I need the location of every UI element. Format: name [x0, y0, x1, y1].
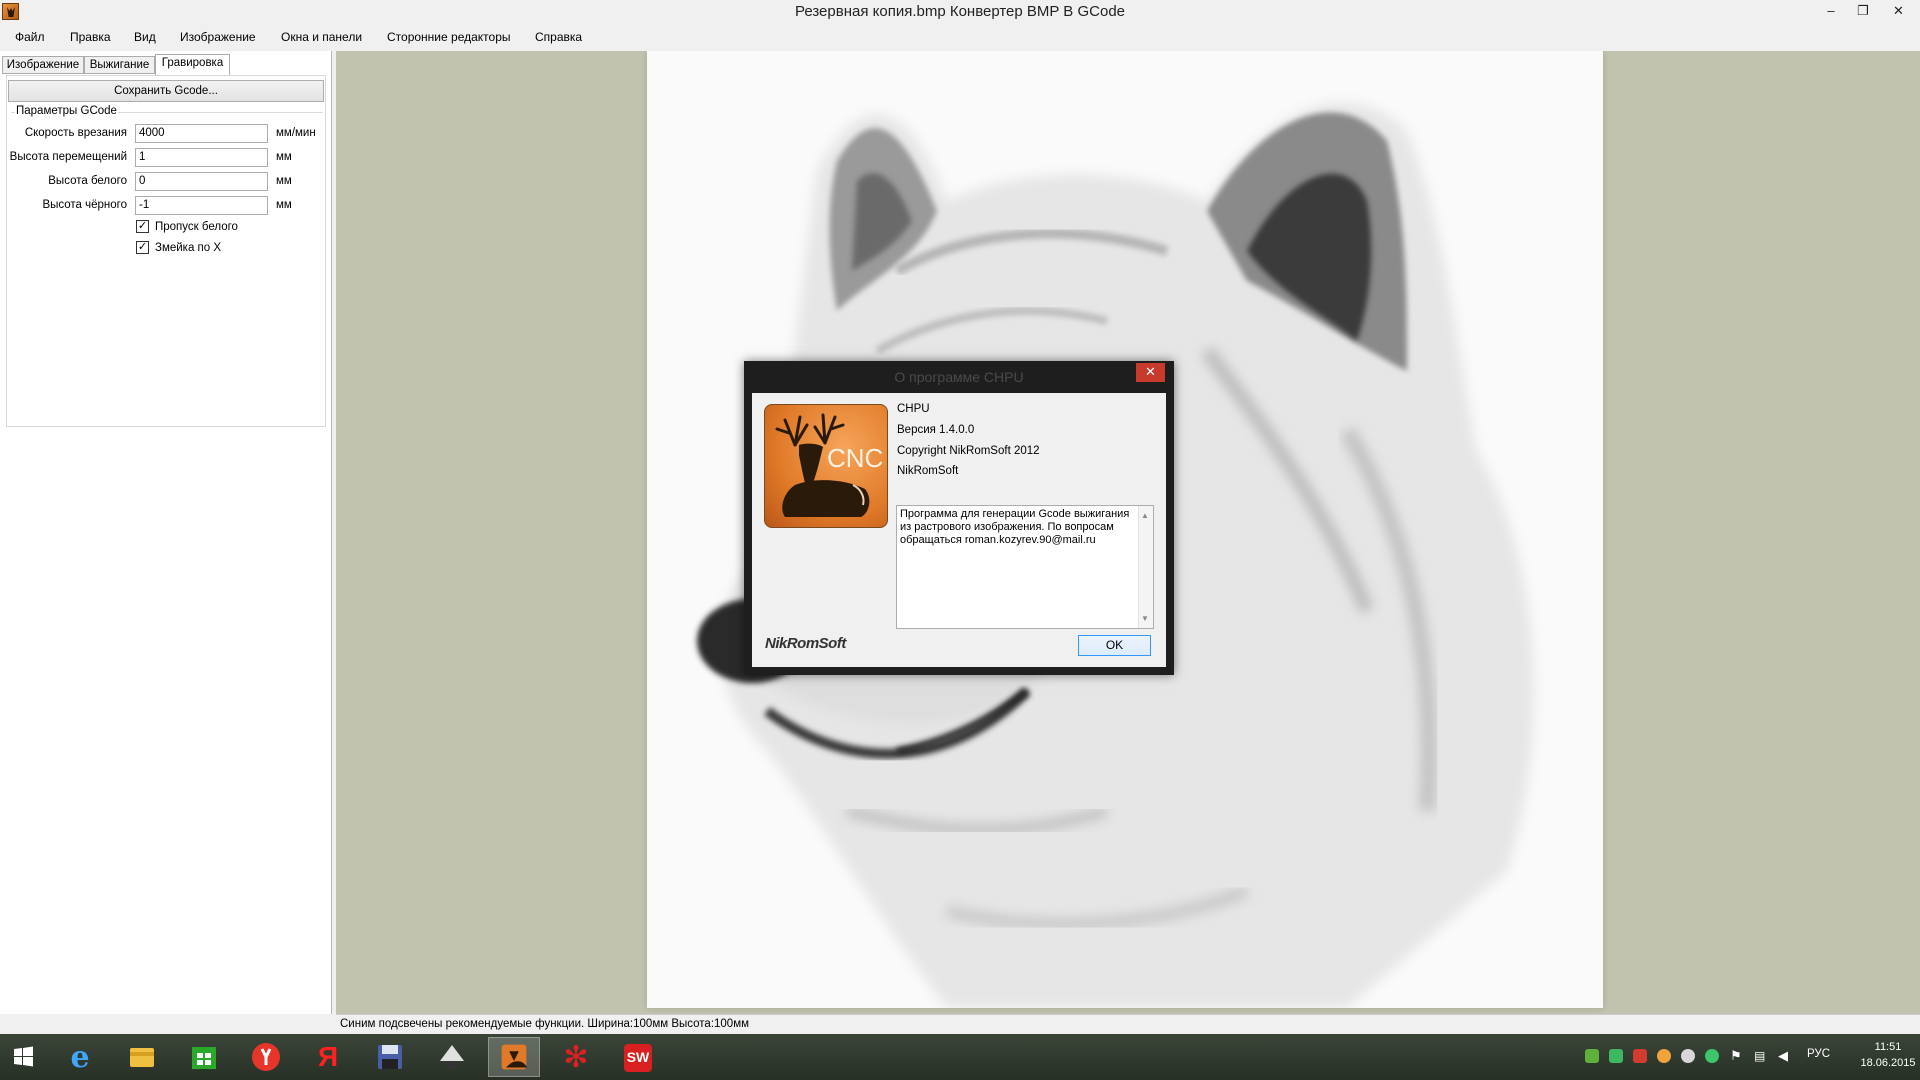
save-gcode-button[interactable]: Сохранить Gcode... [8, 80, 324, 102]
red-snowflake-app-icon[interactable]: ✻ [550, 1037, 602, 1077]
dialog-title: О программе CHPU [894, 369, 1024, 385]
clock-date: 18.06.2015 [1860, 1057, 1916, 1069]
restore-button[interactable]: ❐ [1847, 0, 1879, 21]
sync-icon[interactable] [1681, 1049, 1695, 1063]
svg-text:SW: SW [627, 1049, 650, 1065]
chpu-app-icon[interactable] [488, 1037, 540, 1077]
description-textbox[interactable]: Программа для генерации Gcode выжигания … [896, 505, 1154, 629]
settings-panel: Изображение Выжигание Гравировка Сохрани… [0, 51, 332, 1014]
skip-white-checkbox[interactable]: ✓ [136, 220, 149, 233]
file-explorer-icon[interactable] [116, 1037, 168, 1077]
check-shield-icon[interactable] [1609, 1049, 1623, 1063]
menu-third-party-editors[interactable]: Сторонние редакторы [387, 30, 511, 44]
cnc-deer-logo-icon: CNC [764, 404, 888, 528]
inkscape-icon[interactable] [426, 1037, 478, 1077]
taskbar: e Я ✻ SW ⚑ ▤ ◀ РУС 11:51 18.06.2015 [0, 1034, 1920, 1080]
travel-height-label: Высота перемещений [9, 151, 127, 163]
menu-bar: Файл Правка Вид Изображение Окна и панел… [0, 25, 1920, 49]
dialog-close-button[interactable]: ✕ [1136, 363, 1165, 382]
company-name: NikRomSoft [897, 465, 959, 477]
status-text: Синим подсвечены рекомендуемые функции. … [340, 1018, 750, 1030]
menu-image[interactable]: Изображение [180, 30, 256, 44]
language-indicator[interactable]: РУС [1807, 1048, 1830, 1060]
tab-engraving[interactable]: Гравировка [155, 54, 230, 75]
white-height-input[interactable]: 0 [135, 172, 268, 191]
about-dialog: О программе CHPU ✕ CNC CHPU Версия 1.4.0… [744, 361, 1174, 675]
product-version: Версия 1.4.0.0 [897, 424, 975, 436]
store-icon[interactable] [178, 1037, 230, 1077]
orange-app-icon[interactable] [1657, 1049, 1671, 1063]
nikromsoft-logo: NikRomSoft [765, 635, 846, 652]
scroll-up-arrow-icon[interactable]: ▲ [1141, 509, 1149, 522]
clock[interactable]: 11:51 18.06.2015 [1859, 1039, 1917, 1071]
engraving-tab-content: Сохранить Gcode... Параметры GCode Скоро… [6, 75, 326, 427]
black-height-input[interactable]: -1 [135, 196, 268, 215]
snake-x-checkbox[interactable]: ✓ [136, 241, 149, 254]
menu-help[interactable]: Справка [535, 30, 582, 44]
volume-icon[interactable]: ◀ [1778, 1049, 1792, 1063]
close-button[interactable]: ✕ [1879, 0, 1918, 21]
tab-image[interactable]: Изображение [2, 56, 84, 74]
start-icon[interactable] [0, 1037, 48, 1077]
cut-speed-label: Скорость врезания [24, 127, 127, 139]
product-name: CHPU [897, 403, 930, 415]
white-height-unit: мм [276, 175, 292, 187]
internet-explorer-icon[interactable]: e [54, 1037, 106, 1077]
floppy-save-icon[interactable] [364, 1037, 416, 1077]
ok-button[interactable]: OK [1078, 635, 1151, 656]
black-height-unit: мм [276, 199, 292, 211]
menu-view[interactable]: Вид [134, 30, 156, 44]
travel-height-unit: мм [276, 151, 292, 163]
title-bar: Резервная копия.bmp Конвертер BMP В GCod… [0, 0, 1920, 23]
menu-file[interactable]: Файл [15, 30, 45, 44]
green-circle-icon[interactable] [1705, 1049, 1719, 1063]
description-scrollbar[interactable]: ▲ ▼ [1138, 506, 1153, 628]
cut-speed-unit: мм/мин [276, 127, 316, 139]
solidworks-2015-icon[interactable]: SW [612, 1037, 664, 1077]
snake-x-label[interactable]: Змейка по X [155, 242, 221, 254]
minimize-button[interactable]: – [1815, 0, 1847, 21]
logo-cnc-text: CNC [827, 443, 884, 473]
menu-windows[interactable]: Окна и панели [281, 30, 362, 44]
window-title: Резервная копия.bmp Конвертер BMP В GCod… [794, 3, 1126, 20]
speaker-app-icon[interactable] [1633, 1049, 1647, 1063]
dialog-body: CNC CHPU Версия 1.4.0.0 Copyright NikRom… [752, 393, 1166, 667]
black-height-label: Высота чёрного [42, 199, 127, 211]
nvidia-icon[interactable] [1585, 1049, 1599, 1063]
yandex-icon[interactable]: Я [302, 1037, 354, 1077]
cut-speed-input[interactable]: 4000 [135, 124, 268, 143]
network-icon[interactable]: ▤ [1754, 1049, 1768, 1063]
clock-time: 11:51 [1874, 1041, 1902, 1053]
product-copyright: Copyright NikRomSoft 2012 [897, 445, 1040, 457]
yandex-browser-icon[interactable] [240, 1037, 292, 1077]
description-text: Программа для генерации Gcode выжигания … [900, 508, 1130, 546]
status-bar: Синим подсвечены рекомендуемые функции. … [336, 1014, 1920, 1034]
flag-icon[interactable]: ⚑ [1730, 1049, 1744, 1063]
gcode-params-group-title: Параметры GCode [15, 105, 118, 117]
travel-height-input[interactable]: 1 [135, 148, 268, 167]
tab-burning[interactable]: Выжигание [84, 56, 155, 74]
scroll-down-arrow-icon[interactable]: ▼ [1141, 612, 1149, 625]
white-height-label: Высота белого [48, 175, 127, 187]
menu-edit[interactable]: Правка [70, 30, 111, 44]
skip-white-label[interactable]: Пропуск белого [155, 221, 238, 233]
